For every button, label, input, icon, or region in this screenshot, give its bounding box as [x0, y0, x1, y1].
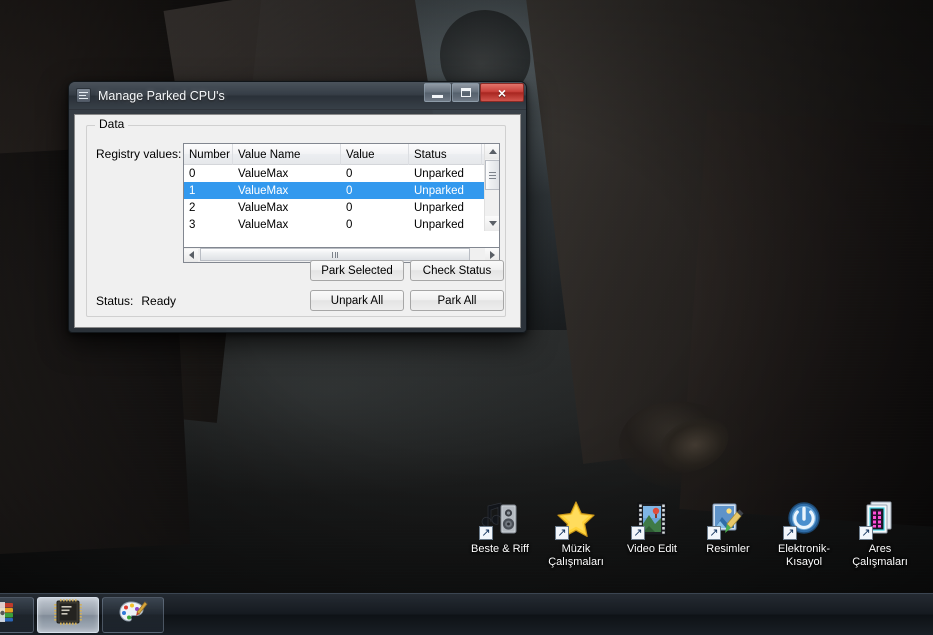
- cpu-chip-icon: [53, 598, 83, 631]
- cell-value-name: ValueMax: [238, 184, 289, 197]
- maximize-icon: [460, 88, 471, 97]
- paint-palette-icon: [118, 598, 148, 631]
- shortcut-arrow-icon: ↗: [479, 526, 493, 540]
- desktop-icon-beste-riff[interactable]: ↗ Beste & Riff: [462, 498, 538, 556]
- table-row[interactable]: 3 ValueMax 0 Unparked: [184, 216, 499, 233]
- window-title: Manage Parked CPU's: [98, 88, 225, 103]
- cell-value: 0: [346, 201, 353, 214]
- desktop-icon-label: Beste & Riff: [471, 543, 529, 555]
- desktop-icon-label: Video Edit: [627, 543, 677, 555]
- taskbar-item-paint[interactable]: [102, 596, 164, 633]
- vertical-scrollbar-thumb[interactable]: [485, 160, 499, 190]
- chevron-down-icon: [488, 221, 497, 226]
- chevron-left-icon: [188, 251, 194, 259]
- desktop-icon-ares-calismalari[interactable]: ↗ Ares Çalışmaları: [842, 498, 918, 568]
- cell-value-name: ValueMax: [238, 218, 289, 231]
- table-row[interactable]: 0 ValueMax 0 Unparked: [184, 165, 499, 182]
- scroll-down-button[interactable]: [485, 216, 499, 231]
- taskbar-item-winrar[interactable]: [0, 596, 34, 633]
- listview-header-row: Number Value Name Value Status: [184, 144, 499, 165]
- desktop-icon-resimler[interactable]: ↗ Resimler: [690, 498, 766, 556]
- window-controls: ×: [424, 83, 524, 102]
- speaker-music-icon: ↗: [479, 498, 521, 540]
- shortcut-arrow-icon: ↗: [783, 526, 797, 540]
- scroll-left-button[interactable]: [184, 248, 198, 262]
- shortcut-arrow-icon: ↗: [859, 526, 873, 540]
- cell-status: Unparked: [414, 201, 464, 214]
- cell-value: 0: [346, 167, 353, 180]
- cell-value-name: ValueMax: [238, 201, 289, 214]
- list-document-icon: [76, 88, 91, 103]
- registry-values-listview[interactable]: Number Value Name Value Status 0 ValueMa…: [183, 143, 500, 248]
- minimize-button[interactable]: [424, 83, 451, 102]
- desktop-icon-label: Ares Çalışmaları: [852, 543, 908, 568]
- manage-parked-cpus-window[interactable]: Manage Parked CPU's × Data Registry valu…: [68, 81, 527, 333]
- groupbox-legend: Data: [95, 117, 129, 131]
- column-header-number[interactable]: Number: [184, 144, 233, 165]
- cell-number: 3: [189, 218, 196, 231]
- chevron-up-icon: [488, 149, 497, 154]
- column-header-value-name[interactable]: Value Name: [233, 144, 341, 165]
- unpark-all-button[interactable]: Unpark All: [310, 290, 404, 311]
- status-row: Status: Ready: [96, 294, 176, 308]
- star-folder-icon: ↗: [555, 498, 597, 540]
- registry-values-label: Registry values:: [96, 147, 182, 161]
- shortcut-arrow-icon: ↗: [631, 526, 645, 540]
- cell-number: 0: [189, 167, 196, 180]
- desktop-icon-elektronik-kisayol[interactable]: ↗ Elektronik-Kısayol: [766, 498, 842, 568]
- desktop-icon-label: Elektronik-Kısayol: [778, 543, 830, 568]
- desktop[interactable]: ↗ Beste & Riff ↗ Müzik Çalışmaları ↗ Vid…: [0, 0, 933, 635]
- column-header-value[interactable]: Value: [341, 144, 409, 165]
- cell-value: 0: [346, 218, 353, 231]
- chevron-right-icon: [489, 250, 495, 259]
- status-label: Status:: [96, 294, 134, 308]
- cell-status: Unparked: [414, 167, 464, 180]
- table-row[interactable]: 1 ValueMax 0 Unparked: [184, 182, 499, 199]
- minimize-icon: [432, 94, 443, 98]
- close-icon: ×: [497, 84, 507, 101]
- taskbar-item-processor-power[interactable]: [37, 596, 99, 633]
- park-selected-button[interactable]: Park Selected: [310, 260, 404, 281]
- pictures-brush-icon: ↗: [707, 498, 749, 540]
- cell-number: 1: [189, 184, 196, 197]
- scroll-up-button[interactable]: [485, 144, 499, 159]
- desktop-icon-label: Resimler: [706, 543, 750, 555]
- column-header-status[interactable]: Status: [409, 144, 482, 165]
- status-value: Ready: [141, 294, 177, 308]
- maximize-button[interactable]: [452, 83, 479, 102]
- power-button-icon: ↗: [783, 498, 825, 540]
- cell-value: 0: [346, 184, 353, 197]
- cell-number: 2: [189, 201, 196, 214]
- listview-rows: 0 ValueMax 0 Unparked 1 ValueMax 0 Unpar…: [184, 165, 499, 233]
- listview-vertical-scrollbar[interactable]: [484, 144, 499, 231]
- film-strip-icon: ↗: [631, 498, 673, 540]
- desktop-icon-muzik-calismalari[interactable]: ↗ Müzik Çalışmaları: [538, 498, 614, 568]
- table-row[interactable]: 2 ValueMax 0 Unparked: [184, 199, 499, 216]
- taskbar[interactable]: [0, 593, 933, 635]
- window-titlebar[interactable]: Manage Parked CPU's ×: [69, 82, 526, 110]
- desktop-icon-video-edit[interactable]: ↗ Video Edit: [614, 498, 690, 556]
- winrar-icon: [0, 598, 17, 631]
- shortcut-arrow-icon: ↗: [555, 526, 569, 540]
- check-status-button[interactable]: Check Status: [410, 260, 504, 281]
- cell-value-name: ValueMax: [238, 167, 289, 180]
- desktop-icon-label: Müzik Çalışmaları: [548, 543, 604, 568]
- shortcut-arrow-icon: ↗: [707, 526, 721, 540]
- cell-status: Unparked: [414, 184, 464, 197]
- film-pink-icon: ↗: [859, 498, 901, 540]
- close-button[interactable]: ×: [480, 83, 524, 102]
- desktop-icon-grid: ↗ Beste & Riff ↗ Müzik Çalışmaları ↗ Vid…: [462, 498, 928, 586]
- cell-status: Unparked: [414, 218, 464, 231]
- park-all-button[interactable]: Park All: [410, 290, 504, 311]
